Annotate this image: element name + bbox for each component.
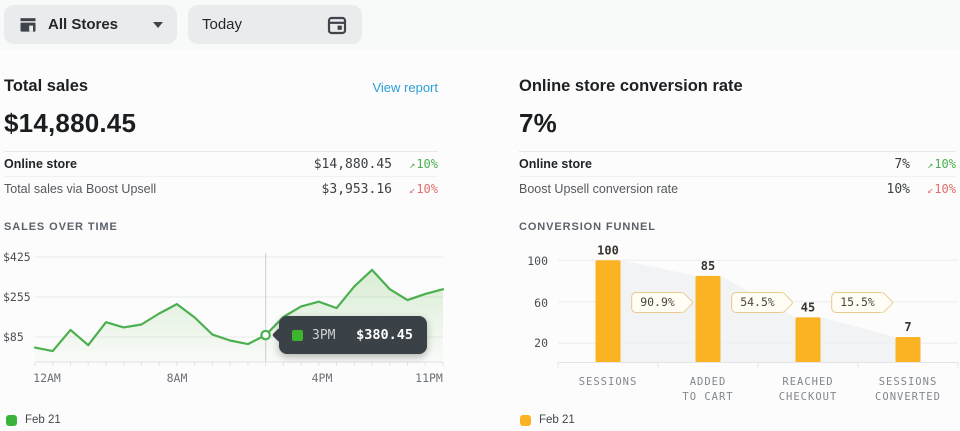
sales-chart-tooltip: 3PM $380.45: [279, 316, 427, 354]
sales-y-tick: $255: [3, 290, 31, 304]
conversion-rate-title: Online store conversion rate: [519, 77, 743, 96]
delta-value: 10%: [934, 182, 956, 196]
funnel-category-label: REACHED CHECKOUT: [779, 375, 838, 405]
tooltip-value: $380.45: [356, 327, 413, 343]
trend-up-icon: ↗: [409, 160, 415, 171]
funnel-category-label: SESSIONS CONVERTED: [875, 375, 941, 405]
charts-layer: 100 85 45 7: [0, 0, 960, 431]
funnel-y-tick: 20: [506, 336, 548, 350]
funnel-y-tick: 60: [506, 296, 548, 310]
sales-x-tick: 4PM: [312, 371, 333, 385]
funnel-legend: Feb 21: [520, 414, 575, 426]
legend-label: Feb 21: [539, 414, 575, 426]
trend-down-icon: ↙: [409, 185, 415, 196]
stat-row-label: Online store: [4, 157, 77, 171]
stat-row-label: Boost Upsell conversion rate: [519, 182, 678, 196]
funnel-category-label: SESSIONS: [579, 375, 638, 390]
sales-x-tick: 8AM: [167, 371, 188, 385]
legend-swatch-icon: [6, 415, 17, 426]
stat-row-delta: ↙10%: [392, 182, 438, 196]
stat-row-value: 10%: [887, 182, 910, 197]
delta-value: 10%: [416, 182, 438, 196]
sales-x-tick: 11PM: [415, 371, 443, 385]
analytics-dashboard: All Stores Today 10085457 Total sales Vi…: [0, 0, 960, 431]
conversion-badge: 15.5%: [831, 292, 885, 313]
conversion-rate-value: 7%: [519, 108, 557, 139]
stat-row-label: Total sales via Boost Upsell: [4, 182, 156, 196]
funnel-category-label: ADDED TO CART: [682, 375, 733, 405]
stat-row-boost-upsell-sales: Total sales via Boost Upsell $3,953.16 ↙…: [4, 176, 438, 201]
stat-row-delta: ↙10%: [910, 182, 956, 196]
stat-row-label: Online store: [519, 157, 592, 171]
total-sales-value: $14,880.45: [4, 108, 136, 139]
total-sales-title: Total sales: [4, 77, 88, 96]
stat-row-delta: ↗10%: [392, 157, 438, 171]
sales-legend: Feb 21: [6, 414, 61, 426]
stat-row-value: 7%: [894, 157, 910, 172]
sales-x-tick: 12AM: [33, 371, 61, 385]
delta-value: 10%: [416, 157, 438, 171]
stat-row-online-store-conversion: Online store 7% ↗10%: [519, 151, 956, 176]
legend-swatch-icon: [292, 330, 303, 341]
svg-text:7: 7: [904, 320, 911, 334]
svg-text:100: 100: [597, 243, 619, 257]
trend-up-icon: ↗: [927, 160, 933, 171]
tooltip-time: 3PM: [312, 328, 335, 343]
conversion-badge: 54.5%: [731, 292, 785, 313]
sales-y-tick: $85: [3, 330, 24, 344]
sales-y-tick: $425: [3, 250, 31, 264]
stat-row-value: $3,953.16: [322, 182, 392, 197]
stat-row-value: $14,880.45: [314, 157, 392, 172]
conversion-breakdown: Online store 7% ↗10% Boost Upsell conver…: [519, 151, 956, 201]
stat-row-delta: ↗10%: [910, 157, 956, 171]
svg-text:45: 45: [801, 300, 815, 314]
funnel-y-tick: 100: [506, 254, 548, 268]
view-report-link[interactable]: View report: [338, 80, 438, 95]
trend-down-icon: ↙: [927, 185, 933, 196]
stat-row-boost-upsell-conversion: Boost Upsell conversion rate 10% ↙10%: [519, 176, 956, 201]
conversion-badge: 90.9%: [631, 292, 685, 313]
delta-value: 10%: [934, 157, 956, 171]
legend-swatch-icon: [520, 415, 531, 426]
svg-text:85: 85: [701, 259, 715, 273]
total-sales-breakdown: Online store $14,880.45 ↗10% Total sales…: [4, 151, 438, 201]
sales-over-time-header: SALES OVER TIME: [4, 221, 118, 233]
legend-label: Feb 21: [25, 414, 61, 426]
conversion-funnel-header: CONVERSION FUNNEL: [519, 221, 656, 233]
stat-row-online-store: Online store $14,880.45 ↗10%: [4, 151, 438, 176]
